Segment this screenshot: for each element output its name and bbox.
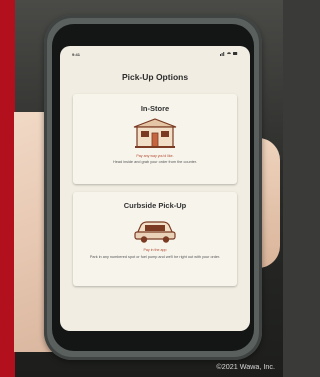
option-curbside-pickup[interactable]: Curbside Pick-Up Pay in the app Park in … (73, 192, 237, 286)
car-icon (73, 214, 237, 249)
option-title: In-Store (140, 104, 170, 113)
brand-red-bar (0, 0, 15, 377)
option-description: Park in any numbered spot or fuel pump a… (89, 255, 221, 259)
status-bar: 9:41 (60, 46, 250, 60)
option-description: Head inside and grab your order from the… (112, 160, 197, 164)
status-time: 9:41 (72, 52, 81, 57)
option-title: Curbside Pick-Up (123, 201, 187, 210)
option-note: Pay any way you'd like. (136, 154, 174, 158)
page-title: Pick-Up Options (121, 72, 189, 82)
option-in-store[interactable]: In-Store Pay any way you'd like. Head in… (73, 94, 237, 184)
status-indicators-icon (220, 51, 238, 57)
store-icon (73, 117, 237, 154)
phone-screen: 9:41 Pick-Up Options In-Store Pay any wa… (60, 46, 250, 331)
option-note: Pay in the app (143, 248, 167, 252)
copyright-notice: ©2021 Wawa, Inc. (216, 362, 275, 371)
